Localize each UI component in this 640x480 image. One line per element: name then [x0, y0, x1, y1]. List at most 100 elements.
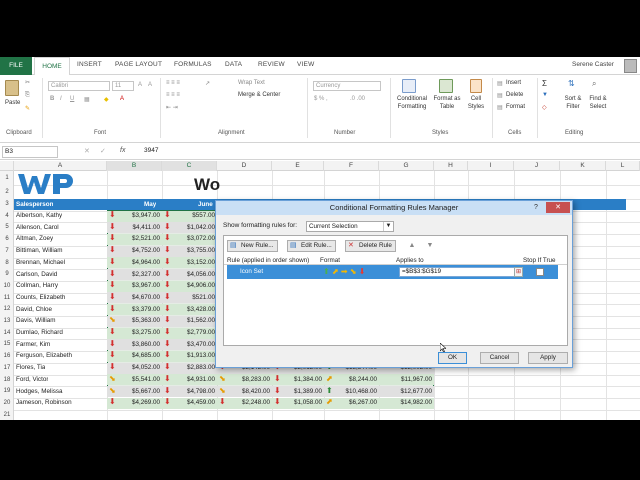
format-cells-button[interactable]: Format	[506, 104, 525, 110]
indent-icon[interactable]: ⇤ ⇥	[166, 104, 178, 111]
find-select-button[interactable]: Find & Select	[585, 95, 611, 111]
applies-to-input[interactable]: =$B$3:$G$19	[399, 267, 515, 277]
column-header[interactable]: I	[468, 161, 514, 171]
value-cell[interactable]: $1,042.00	[162, 222, 217, 233]
font-name-select[interactable]: Calibri	[48, 81, 110, 91]
value-cell[interactable]: $2,521.00	[107, 233, 162, 244]
salesperson-cell[interactable]: Counts, Elizabeth	[16, 292, 65, 303]
number-format-select[interactable]: Currency	[313, 81, 381, 91]
tab-review[interactable]: REVIEW	[258, 61, 285, 68]
value-cell[interactable]: $3,072.00	[162, 233, 217, 244]
salesperson-cell[interactable]: Dumlao, Richard	[16, 327, 63, 338]
avatar[interactable]	[624, 59, 637, 73]
value-cell[interactable]: $4,964.00	[107, 257, 162, 268]
apply-button[interactable]: Apply	[528, 352, 568, 364]
column-header[interactable]: C	[162, 161, 217, 171]
insert-cells-button[interactable]: Insert	[506, 80, 521, 86]
total-cell[interactable]: $14,982.00	[379, 397, 434, 408]
salesperson-cell[interactable]: Altman, Zoey	[16, 233, 53, 244]
fill-icon[interactable]: ▼	[542, 92, 548, 98]
row-header[interactable]: 11	[0, 293, 14, 305]
value-cell[interactable]: $1,058.00	[272, 397, 324, 408]
name-box[interactable]: B3	[2, 146, 58, 158]
value-cell[interactable]: $6,267.00	[324, 397, 379, 408]
column-header[interactable]: F	[324, 161, 379, 171]
row-header[interactable]: 18	[0, 375, 14, 387]
value-cell[interactable]: $2,779.00	[162, 327, 217, 338]
wrap-text-button[interactable]: Wrap Text	[238, 80, 265, 86]
italic-button[interactable]: I	[60, 96, 62, 102]
find-select-icon[interactable]: ⌕	[592, 79, 596, 89]
format-as-table-icon[interactable]	[439, 79, 453, 93]
total-cell[interactable]: $11,967.00	[379, 374, 434, 385]
delete-rule-button[interactable]: ✕ Delete Rule	[345, 240, 396, 252]
row-header[interactable]: 17	[0, 363, 14, 375]
salesperson-cell[interactable]: Farmer, Kim	[16, 339, 50, 350]
user-name[interactable]: Serene Caster	[572, 61, 614, 68]
value-cell[interactable]: $1,389.00	[272, 386, 324, 397]
value-cell[interactable]: $3,275.00	[107, 327, 162, 338]
salesperson-cell[interactable]: Collman, Harry	[16, 280, 58, 291]
align-top-icon[interactable]: ≡ ≡ ≡	[166, 80, 180, 86]
show-rules-select[interactable]: Current Selection ▼	[306, 221, 394, 232]
salesperson-cell[interactable]: Flores, Tia	[16, 362, 45, 373]
sort-filter-button[interactable]: Sort & Filter	[560, 95, 586, 111]
confirm-entry-icon[interactable]: ✓	[100, 147, 106, 155]
select-all-corner[interactable]	[0, 161, 14, 171]
row-header[interactable]: 5	[0, 222, 14, 234]
salesperson-cell[interactable]: Ferguson, Elizabeth	[16, 350, 72, 361]
align-left-icon[interactable]: ≡ ≡ ≡	[166, 92, 180, 98]
font-color-icon[interactable]: A	[120, 96, 124, 102]
value-cell[interactable]: $8,420.00	[217, 386, 272, 397]
paste-button[interactable]: Paste	[5, 100, 20, 106]
cell-styles-icon[interactable]	[470, 79, 482, 93]
value-cell[interactable]: $4,411.00	[107, 222, 162, 233]
row-header[interactable]: 21	[0, 410, 14, 420]
column-header[interactable]: D	[217, 161, 272, 171]
borders-icon[interactable]: ▦	[84, 96, 90, 103]
row-header[interactable]: 20	[0, 398, 14, 410]
bold-button[interactable]: B	[50, 96, 54, 102]
stop-if-true-checkbox[interactable]	[536, 268, 544, 276]
chevron-down-icon[interactable]: ▼	[383, 222, 393, 231]
value-cell[interactable]: $4,670.00	[107, 292, 162, 303]
format-as-table-button[interactable]: Format as Table	[433, 95, 461, 111]
salesperson-cell[interactable]: Albertson, Kathy	[16, 210, 62, 221]
salesperson-cell[interactable]: Allenson, Carol	[16, 222, 59, 233]
column-header[interactable]: L	[606, 161, 640, 171]
value-cell[interactable]: $1,384.00	[272, 374, 324, 385]
ok-button[interactable]: OK	[438, 352, 467, 364]
value-cell[interactable]: $4,906.00	[162, 280, 217, 291]
column-header[interactable]: J	[514, 161, 560, 171]
grow-font-icon[interactable]: A	[138, 82, 142, 88]
delete-cells-icon[interactable]: ▤	[497, 92, 503, 99]
conditional-formatting-button[interactable]: Conditional Formatting	[394, 95, 430, 111]
insert-function-button[interactable]: fx	[120, 147, 125, 154]
value-cell[interactable]: $2,327.00	[107, 269, 162, 280]
move-up-icon[interactable]: ▲	[407, 241, 417, 251]
salesperson-cell[interactable]: Davis, William	[16, 315, 56, 326]
help-button[interactable]: ?	[530, 203, 542, 213]
value-cell[interactable]: $5,363.00	[107, 315, 162, 326]
close-button[interactable]: ✕	[546, 202, 570, 213]
value-cell[interactable]: $8,244.00	[324, 374, 379, 385]
value-cell[interactable]: $3,470.00	[162, 339, 217, 350]
tab-insert[interactable]: INSERT	[77, 61, 102, 68]
header-june[interactable]: June	[198, 199, 213, 210]
value-cell[interactable]: $4,798.00	[162, 386, 217, 397]
value-cell[interactable]: $2,248.00	[217, 397, 272, 408]
move-down-icon[interactable]: ▼	[425, 241, 435, 251]
cell-styles-button[interactable]: Cell Styles	[466, 95, 486, 111]
header-salesperson[interactable]: Salesperson	[16, 199, 53, 210]
cancel-button[interactable]: Cancel	[480, 352, 519, 364]
row-header[interactable]: 15	[0, 339, 14, 351]
value-cell[interactable]: $4,685.00	[107, 350, 162, 361]
value-cell[interactable]: $4,052.00	[107, 362, 162, 373]
value-cell[interactable]: $3,379.00	[107, 304, 162, 315]
accounting-format-icon[interactable]: $ % ,	[314, 96, 328, 102]
font-size-select[interactable]: 11	[112, 81, 134, 91]
header-may[interactable]: May	[144, 199, 156, 210]
salesperson-cell[interactable]: Carlson, David	[16, 269, 57, 280]
fill-color-icon[interactable]: ◆	[104, 96, 109, 103]
value-cell[interactable]: $5,667.00	[107, 386, 162, 397]
